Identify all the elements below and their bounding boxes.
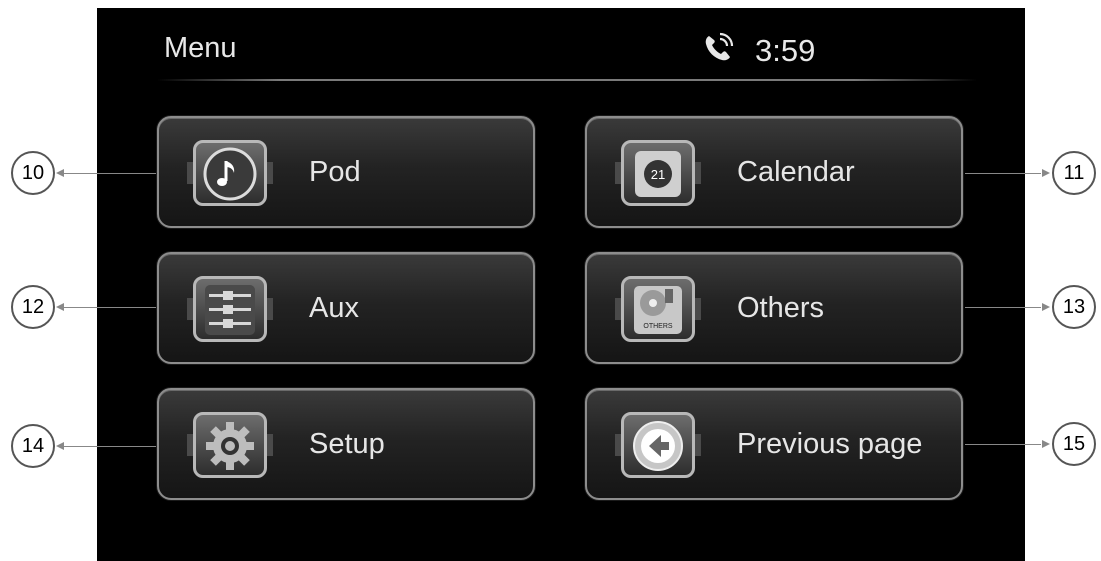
callout-15: 15	[1052, 422, 1096, 466]
gear-icon	[187, 402, 273, 488]
callout-arrow-15	[1042, 440, 1050, 448]
head-unit-screen: Menu 3:59 Pod 21 Calendar Aux OTHERS Oth…	[97, 8, 1025, 561]
back-arrow-icon	[615, 402, 701, 488]
others-icon-text: OTHERS	[643, 323, 673, 330]
callout-leader-11	[965, 173, 1041, 174]
callout-arrow-13	[1042, 303, 1050, 311]
phone-call-icon	[705, 32, 734, 61]
callout-arrow-12	[56, 303, 64, 311]
callout-12: 12	[11, 285, 55, 329]
setup-button[interactable]: Setup	[157, 388, 535, 500]
page-title: Menu	[164, 32, 237, 64]
pod-label: Pod	[309, 156, 361, 188]
callout-arrow-14	[56, 442, 64, 450]
calendar-icon: 21	[615, 130, 701, 216]
callout-leader-13	[965, 307, 1041, 308]
callout-arrow-10	[56, 169, 64, 177]
audio-jack-icon	[187, 266, 273, 352]
clock: 3:59	[755, 33, 816, 68]
pod-button[interactable]: Pod	[157, 116, 535, 228]
aux-button[interactable]: Aux	[157, 252, 535, 364]
callout-leader-15	[965, 444, 1041, 445]
previous-page-button[interactable]: Previous page	[585, 388, 963, 500]
callout-arrow-11	[1042, 169, 1050, 177]
callout-leader-12	[64, 307, 156, 308]
callout-leader-10	[64, 173, 156, 174]
callout-10: 10	[11, 151, 55, 195]
others-button[interactable]: OTHERS Others	[585, 252, 963, 364]
header-divider	[157, 79, 977, 81]
music-note-icon	[187, 130, 273, 216]
calendar-label: Calendar	[737, 156, 855, 188]
callout-13: 13	[1052, 285, 1096, 329]
calendar-day: 21	[651, 167, 665, 182]
others-icon: OTHERS	[615, 266, 701, 352]
callout-11: 11	[1052, 151, 1096, 195]
others-label: Others	[737, 292, 825, 324]
callout-leader-14	[64, 446, 156, 447]
aux-label: Aux	[309, 292, 359, 324]
setup-label: Setup	[309, 428, 385, 460]
previous-page-label: Previous page	[737, 428, 923, 460]
callout-14: 14	[11, 424, 55, 468]
calendar-button[interactable]: 21 Calendar	[585, 116, 963, 228]
